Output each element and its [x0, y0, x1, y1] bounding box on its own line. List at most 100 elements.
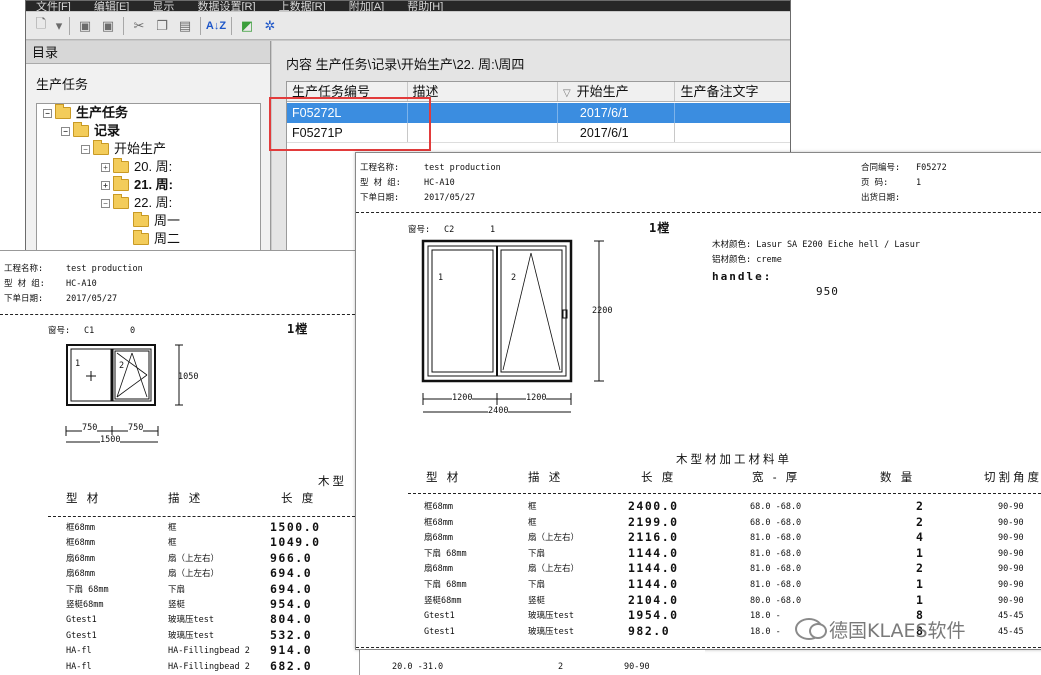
tree-item-label: 周一 — [154, 213, 181, 228]
column-header-quantity: 数 量 — [880, 472, 916, 484]
tree-item-monday[interactable]: 周一 — [133, 212, 180, 230]
cell-description: HA-Fillingbead 2 — [168, 661, 250, 672]
wood-color: 木材颜色: Lasur SA E200 Eiche hell / Lasur — [712, 240, 920, 250]
cell-length: 1144.0 — [628, 561, 679, 576]
ship-date-label: 出货日期: — [861, 193, 901, 203]
cell-cut-angle: 90-90 — [998, 580, 1024, 590]
column-header-start[interactable]: ▽ 开始生产 — [558, 82, 676, 101]
menu-edit[interactable]: 编辑[E] — [84, 2, 139, 12]
divider — [0, 314, 359, 315]
sort-az-icon[interactable]: A↓Z — [205, 15, 227, 37]
sash-label-1: 1 — [438, 273, 444, 283]
toolbar-separator — [123, 16, 124, 35]
cell-profile: 下扇 68mm — [424, 548, 467, 559]
export-icon[interactable]: ◩ — [236, 15, 258, 37]
column-header-description: 描 述 — [528, 472, 564, 484]
cell-note — [675, 123, 790, 142]
cell-profile: 竖梃68mm — [66, 600, 104, 610]
paste-icon[interactable]: ▤ — [174, 15, 196, 37]
toolbar-separator — [69, 16, 70, 35]
collapse-icon[interactable]: − — [81, 144, 90, 154]
report-sheet-right: 工程名称: test production 型 材 组: HC-A10 下单日期… — [355, 152, 1041, 650]
cell-description: 框 — [168, 523, 177, 533]
cell-profile: 扇68mm — [424, 564, 453, 575]
cell-profile: 框68mm — [66, 538, 95, 549]
alu-color: 铝材颜色: creme — [712, 255, 782, 265]
menu-addons[interactable]: 附加[A] — [339, 2, 394, 12]
window-qty: 0 — [130, 326, 136, 336]
collapse-icon[interactable]: − — [101, 198, 110, 208]
cell-cut-angle: 90-90 — [998, 533, 1024, 544]
save-all-icon[interactable]: ▣ — [97, 15, 119, 37]
menu-help[interactable]: 帮助[H] — [397, 2, 453, 12]
total-width-dimension: 1500 — [100, 435, 121, 446]
menu-file[interactable]: 文件[F] — [26, 2, 81, 12]
collapse-icon[interactable]: − — [61, 126, 70, 136]
cell-profile: HA-fl — [66, 661, 92, 672]
profile-value: HC-A10 — [66, 279, 97, 289]
report-sheet-left: 工程名称: test production 型 材 组: HC-A10 下单日期… — [0, 250, 360, 675]
wechat-icon — [795, 618, 827, 640]
frame-count: 1樘 — [649, 221, 671, 235]
width-dimension-1: 750 — [82, 423, 98, 434]
folder-icon — [133, 212, 149, 227]
tree-item-week-20[interactable]: + 20. 周: — [101, 158, 172, 176]
height-dimension: 2200 — [592, 306, 613, 316]
tree-item-week-22[interactable]: − 22. 周: — [101, 194, 172, 212]
sash-label-2: 2 — [119, 361, 125, 371]
tree-item-start-production[interactable]: − 开始生产 — [81, 140, 166, 158]
folder-icon — [133, 230, 149, 245]
handle-value: 950 — [816, 285, 839, 298]
width-dimension-2: 750 — [128, 423, 144, 434]
cell-length: 1500.0 — [270, 520, 321, 534]
cell-description: 扇（上左右） — [168, 569, 220, 580]
cell-length: 966.0 — [270, 550, 313, 565]
directory-section-title: 生产任务 — [36, 77, 89, 92]
page-label: 页 码: — [861, 178, 889, 188]
copy-icon[interactable]: ❐ — [151, 15, 173, 37]
directory-header: 目录 — [26, 41, 270, 64]
tree-item-week-21[interactable]: + 21. 周: — [101, 176, 173, 194]
cut-icon[interactable]: ✂ — [128, 15, 150, 37]
cell-description: 框 — [528, 502, 537, 512]
column-header-note[interactable]: 生产备注文字 — [675, 82, 790, 101]
sort-icon: ▽ — [562, 88, 571, 99]
content-path: 内容 生产任务\记录\开始生产\22. 周:\周四 — [286, 57, 525, 72]
menu-view[interactable]: 显示 — [142, 2, 184, 12]
table-divider — [48, 516, 359, 517]
expand-icon[interactable]: + — [101, 180, 110, 190]
dropdown-icon[interactable]: ▾ — [53, 15, 65, 37]
new-file-icon[interactable]: 🗋 — [30, 15, 52, 37]
tree-item-label: 开始生产 — [114, 141, 167, 156]
folder-icon — [93, 140, 109, 155]
save-icon[interactable]: ▣ — [74, 15, 96, 37]
settings-icon[interactable]: ✲ — [259, 15, 281, 37]
table-title: 木型 — [318, 476, 347, 488]
expand-icon[interactable]: + — [101, 162, 110, 172]
tree-item-label: 21. 周: — [134, 177, 174, 192]
cell-description: 框 — [168, 538, 177, 549]
cell-length: 804.0 — [270, 612, 313, 627]
table-title: 木型材加工材料单 — [676, 454, 792, 466]
tree-item-tuesday[interactable]: 周二 — [133, 230, 180, 248]
cell-profile: HA-fl — [66, 646, 92, 657]
handle-label: handle: — [712, 270, 773, 283]
cell-size: 81.0 -68.0 — [750, 564, 802, 575]
cell-size: 18.0 - — [750, 611, 781, 622]
contract-label: 合同编号: — [861, 163, 901, 173]
cell-note — [675, 103, 790, 123]
cell-description: 玻璃压test — [168, 615, 214, 626]
menu-upload-data[interactable]: 上数据[R] — [269, 2, 336, 12]
tree-item-production-tasks[interactable]: − 生产任务 — [43, 104, 128, 122]
tree-item-records[interactable]: − 记录 — [61, 122, 120, 140]
toolbar-separator — [200, 16, 201, 35]
frame-count: 1樘 — [287, 322, 309, 336]
cell-profile: 下扇 68mm — [66, 584, 109, 595]
collapse-icon[interactable]: − — [43, 108, 52, 118]
menu-data-settings[interactable]: 数据设置[R] — [187, 2, 265, 12]
cell-length: 1049.0 — [270, 535, 321, 550]
height-dimension: 1050 — [178, 372, 199, 382]
folder-icon — [113, 194, 129, 209]
highlight-box — [269, 97, 431, 151]
project-label: 工程名称: — [360, 163, 400, 173]
